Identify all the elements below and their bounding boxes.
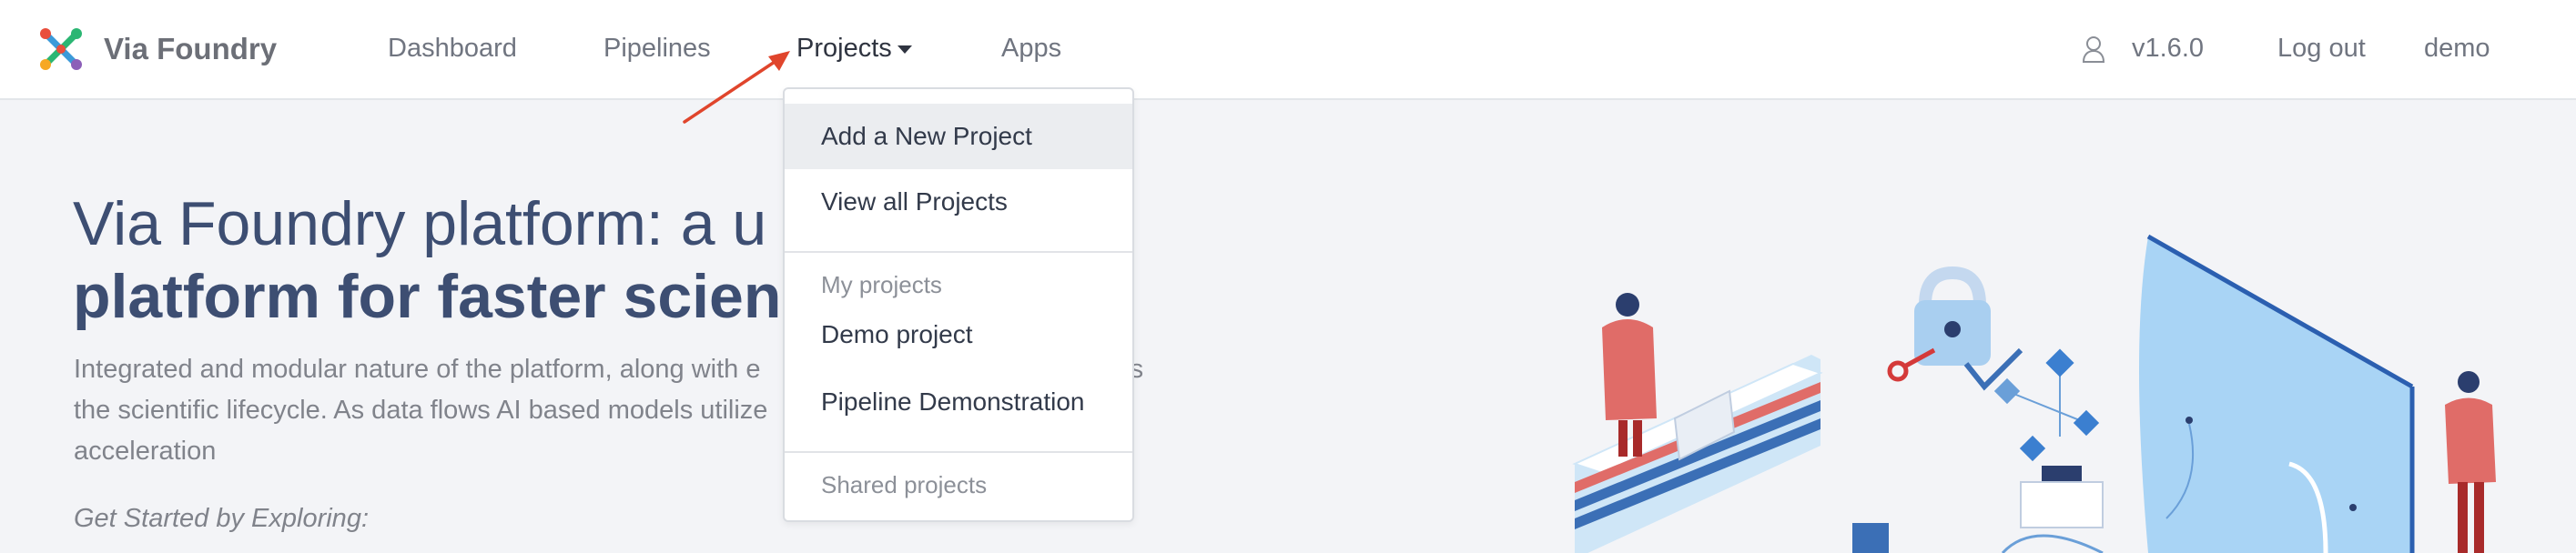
annotation-arrow-icon: [683, 51, 790, 124]
user-menu[interactable]: demo: [2424, 27, 2490, 69]
caret-down-icon: [897, 45, 912, 54]
top-navbar: Via Foundry Dashboard Pipelines Projects…: [0, 0, 2576, 100]
logout-link[interactable]: Log out: [2277, 27, 2366, 69]
project-item-demo[interactable]: Demo project: [785, 302, 1132, 367]
hero-desc-line3: acceleration: [74, 437, 217, 466]
lock-illustration: [1887, 266, 2023, 391]
projects-dropdown-menu: Add a New Project View all Projects My p…: [783, 87, 1134, 522]
nav-projects-label: Projects: [796, 34, 892, 63]
nav-projects-dropdown[interactable]: Projects: [796, 27, 912, 69]
nav-apps[interactable]: Apps: [1001, 27, 1061, 69]
add-new-project-item[interactable]: Add a New Project: [785, 104, 1132, 169]
my-projects-header: My projects: [821, 271, 942, 298]
brand[interactable]: Via Foundry: [38, 24, 277, 75]
foundry-logo-icon: [40, 28, 82, 70]
get-started-label: Get Started by Exploring:: [74, 504, 369, 533]
hero-title-line2: platform for faster scien: [73, 262, 782, 331]
user-icon[interactable]: [2081, 35, 2106, 64]
hero-desc-line1: Integrated and modular nature of the pla…: [74, 355, 761, 384]
person-right-illustration: [2445, 371, 2496, 553]
monitor-illustration: [2139, 234, 2415, 553]
hero-title-light: Via Foundry platform: a u: [73, 189, 767, 258]
view-all-projects-item[interactable]: View all Projects: [785, 169, 1132, 235]
version-label: v1.6.0: [2132, 34, 2204, 63]
dropdown-divider: [785, 251, 1132, 253]
project-item-pipeline-demonstration[interactable]: Pipeline Demonstration: [785, 369, 1132, 435]
hero-illustration: [1572, 234, 2496, 553]
brand-name: Via Foundry: [104, 32, 278, 65]
shared-projects-header: Shared projects: [821, 471, 988, 498]
hero-desc-line2: the scientific lifecycle. As data flows …: [74, 396, 768, 425]
nav-dashboard[interactable]: Dashboard: [388, 27, 517, 69]
dropdown-divider: [785, 451, 1132, 453]
